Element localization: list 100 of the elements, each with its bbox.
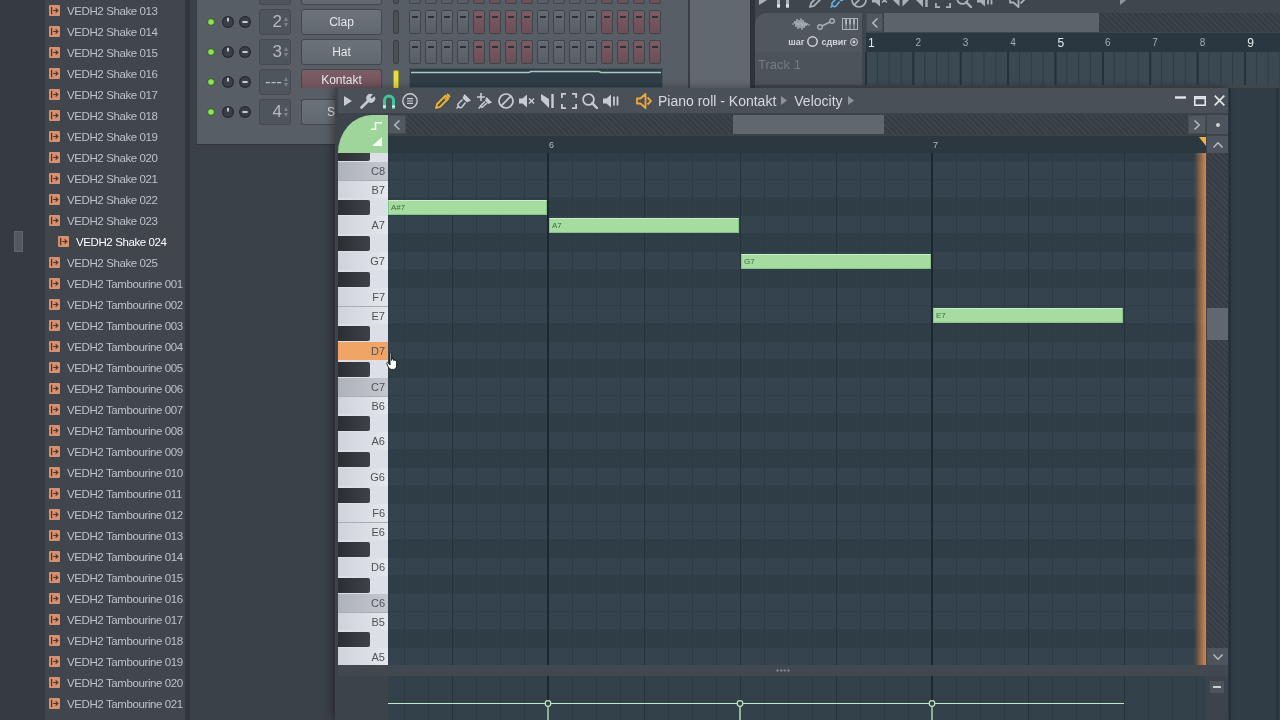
- track-number-field[interactable]: 2: [259, 9, 291, 35]
- browser-item[interactable]: VEDH2 Shake 014: [45, 21, 185, 42]
- step-button[interactable]: [633, 40, 645, 64]
- magnet-icon[interactable]: [381, 92, 397, 109]
- browser-item[interactable]: VEDH2 Tambourine 007: [45, 399, 185, 420]
- piano-key[interactable]: [338, 361, 370, 377]
- track-number-field[interactable]: 4: [259, 99, 291, 125]
- browser-item[interactable]: VEDH2 Tambourine 015: [45, 567, 185, 588]
- toggle-icon[interactable]: [807, 36, 819, 47]
- step-button[interactable]: [505, 40, 517, 64]
- step-button[interactable]: [473, 40, 485, 64]
- scroll-thumb[interactable]: [733, 115, 884, 134]
- browser-item[interactable]: VEDH2 Tambourine 001: [45, 273, 185, 294]
- scrollbar[interactable]: [1206, 136, 1228, 665]
- step-button[interactable]: [441, 40, 453, 64]
- track-number-field[interactable]: ---: [259, 69, 291, 95]
- browser-item[interactable]: VEDH2 Tambourine 006: [45, 378, 185, 399]
- piano-key[interactable]: [338, 631, 370, 647]
- step-button[interactable]: [537, 40, 549, 64]
- panel-handle[interactable]: [14, 231, 23, 252]
- browser-item[interactable]: VEDH2 Tambourine 012: [45, 504, 185, 525]
- pencil-icon[interactable]: [435, 92, 451, 109]
- timeline-ruler[interactable]: 6 7: [388, 136, 1206, 153]
- step-button[interactable]: [409, 40, 421, 64]
- browser-item[interactable]: VEDH2 Shake 019: [45, 126, 185, 147]
- step-button[interactable]: [505, 10, 517, 34]
- browser-item[interactable]: VEDH2 Tambourine 021: [45, 693, 185, 714]
- caret-icon[interactable]: [344, 95, 352, 106]
- step-button[interactable]: [585, 40, 597, 64]
- select-icon[interactable]: [561, 92, 577, 109]
- knob-icon[interactable]: [239, 76, 251, 88]
- step-button[interactable]: [457, 40, 469, 64]
- browser-item[interactable]: VEDH2 Tambourine 019: [45, 651, 185, 672]
- piano-key[interactable]: E7: [338, 306, 388, 324]
- velocity-lane[interactable]: [388, 676, 1206, 720]
- breadcrumb-item[interactable]: Velocity: [794, 92, 843, 109]
- scroll-right-button[interactable]: [1188, 115, 1206, 134]
- scroll-thumb[interactable]: [884, 13, 1099, 32]
- browser-item[interactable]: VEDH2 Tambourine 017: [45, 609, 185, 630]
- piano-key[interactable]: G6: [338, 468, 388, 486]
- browser-item[interactable]: VEDH2 Shake 025: [45, 252, 185, 273]
- piano-key[interactable]: [338, 451, 370, 467]
- node-line-icon[interactable]: [817, 18, 835, 30]
- browser-item[interactable]: VEDH2 Tambourine 014: [45, 546, 185, 567]
- channel-button[interactable]: Kontakt: [301, 69, 382, 88]
- piano-key[interactable]: [338, 541, 370, 557]
- step-button[interactable]: [617, 40, 629, 64]
- channel-button[interactable]: Hat: [301, 39, 382, 65]
- knob-icon[interactable]: [239, 106, 251, 118]
- browser-item[interactable]: VEDH2 Shake 024: [45, 231, 185, 252]
- step-button[interactable]: [601, 10, 613, 34]
- note[interactable]: A7: [549, 218, 739, 233]
- browser-item[interactable]: VEDH2 Tambourine 003: [45, 315, 185, 336]
- knob-icon[interactable]: [239, 16, 251, 28]
- piano-key[interactable]: [338, 415, 370, 431]
- channel-selector[interactable]: [393, 70, 399, 88]
- scroll-thumb[interactable]: [1207, 308, 1228, 340]
- step-button[interactable]: [425, 40, 437, 64]
- piano-key[interactable]: [338, 235, 370, 251]
- led-icon[interactable]: [207, 108, 215, 116]
- track-lane[interactable]: [865, 52, 1280, 85]
- browser-item[interactable]: VEDH2 Tambourine 002: [45, 294, 185, 315]
- piano-key[interactable]: C6: [338, 594, 388, 612]
- browser-item[interactable]: VEDH2 Tambourine 018: [45, 630, 185, 651]
- timeline-ruler[interactable]: 1 2 3 4 5 6 7 8 9: [866, 33, 1280, 52]
- piano-key[interactable]: B5: [338, 612, 388, 630]
- browser-item[interactable]: VEDH2 Shake 020: [45, 147, 185, 168]
- step-button[interactable]: [457, 10, 469, 34]
- browser-item[interactable]: VEDH2 Shake 018: [45, 105, 185, 126]
- piano-key[interactable]: A5: [338, 648, 388, 665]
- browser-item[interactable]: VEDH2 Tambourine 008: [45, 420, 185, 441]
- piano-key[interactable]: A7: [338, 216, 388, 234]
- caret-icon[interactable]: [781, 96, 788, 105]
- piano-key[interactable]: [338, 325, 370, 341]
- step-button[interactable]: [521, 10, 533, 34]
- waveform-icon[interactable]: [792, 18, 810, 30]
- led-icon[interactable]: [207, 78, 215, 86]
- piano-key[interactable]: D7: [338, 342, 388, 360]
- knob-icon[interactable]: [222, 16, 234, 28]
- piano-key[interactable]: G7: [338, 252, 388, 270]
- step-button[interactable]: [473, 10, 485, 34]
- no-entry-icon[interactable]: [498, 92, 514, 109]
- radio-icon[interactable]: [850, 37, 858, 46]
- step-button[interactable]: [617, 10, 629, 34]
- browser-item[interactable]: VEDH2 Shake 017: [45, 84, 185, 105]
- magnifier-icon[interactable]: [582, 92, 598, 109]
- scroll-left-button[interactable]: [866, 13, 883, 32]
- step-button[interactable]: [569, 10, 581, 34]
- speaker-bars-icon[interactable]: [603, 92, 619, 109]
- step-button[interactable]: [633, 10, 645, 34]
- scrollbar[interactable]: [388, 113, 1206, 136]
- step-button[interactable]: [649, 40, 661, 64]
- knob-icon[interactable]: [222, 46, 234, 58]
- mute-icon[interactable]: [519, 92, 535, 109]
- piano-key[interactable]: [338, 271, 370, 287]
- speaker-icon[interactable]: [636, 92, 652, 109]
- knob-icon[interactable]: [222, 76, 234, 88]
- corner-button[interactable]: [1207, 115, 1228, 134]
- browser-item[interactable]: VEDH2 Shake 016: [45, 63, 185, 84]
- browser-item[interactable]: VEDH2 Tambourine 010: [45, 462, 185, 483]
